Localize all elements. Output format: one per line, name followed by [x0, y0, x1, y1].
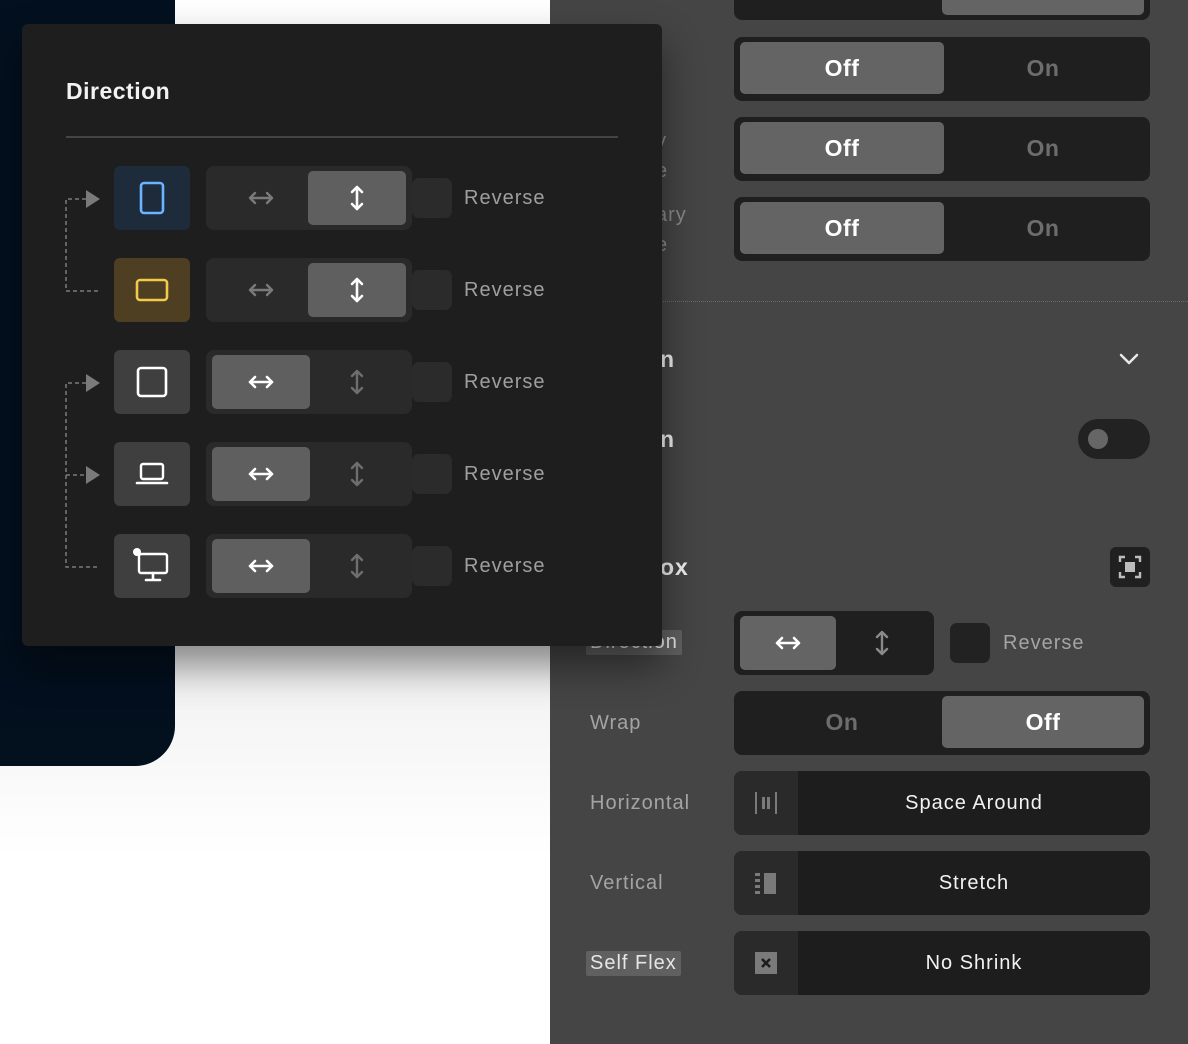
- self-flex-select[interactable]: No Shrink: [734, 931, 1150, 995]
- arrow-vertical-icon: [875, 630, 889, 656]
- row-5-reverse-checkbox[interactable]: [412, 546, 452, 586]
- row-1-reverse-checkbox[interactable]: [412, 178, 452, 218]
- breakpoint-tree: [65, 190, 100, 568]
- wrap-label: Wrap: [590, 712, 642, 734]
- breakpoint-mobile-button[interactable]: [114, 166, 190, 230]
- popup-divider: [66, 136, 618, 138]
- stretch-icon: [734, 851, 798, 915]
- canvas-shadow: [0, 640, 550, 860]
- row-1-vertical[interactable]: [308, 171, 406, 225]
- row-2-horizontal[interactable]: [212, 263, 310, 317]
- toggle-3-off[interactable]: Off: [740, 202, 944, 254]
- toggle-2-off[interactable]: Off: [740, 122, 944, 174]
- vertical-label: Vertical: [590, 872, 664, 894]
- horizontal-label: Horizontal: [590, 792, 691, 814]
- direction-horizontal-option[interactable]: [740, 616, 836, 670]
- direction-segmented[interactable]: [734, 611, 934, 675]
- row-2-reverse-label: Reverse: [464, 279, 546, 301]
- row-1-horizontal[interactable]: [212, 171, 310, 225]
- breakpoint-tablet-landscape-button[interactable]: [114, 258, 190, 322]
- tablet-landscape-icon: [135, 278, 169, 302]
- self-flex-value: No Shrink: [925, 951, 1023, 974]
- row-4-horizontal[interactable]: [212, 447, 310, 501]
- toggle-1-off[interactable]: Off: [740, 42, 944, 94]
- toggle-3-on[interactable]: On: [942, 202, 1144, 254]
- arrow-horizontal-icon: [248, 467, 274, 481]
- desktop-icon: [133, 548, 169, 582]
- section-row-label: n: [660, 426, 676, 452]
- arrow-horizontal-icon: [248, 559, 274, 573]
- row-4-vertical[interactable]: [308, 447, 406, 501]
- reverse-label: Reverse: [1003, 632, 1085, 654]
- row-3-reverse-label: Reverse: [464, 371, 546, 393]
- row-5-horizontal[interactable]: [212, 539, 310, 593]
- direction-popup: Direction Reverse Reverse Reverse Revers…: [22, 24, 662, 646]
- focus-frame-icon: [1118, 555, 1142, 579]
- popup-title: Direction: [66, 78, 171, 104]
- toggle-2-on[interactable]: On: [942, 122, 1144, 174]
- space-around-icon: [734, 771, 798, 835]
- chevron-down-icon[interactable]: [1116, 346, 1142, 372]
- wrap-off[interactable]: Off: [942, 696, 1144, 748]
- breakpoint-laptop-button[interactable]: [114, 442, 190, 506]
- direction-row-3[interactable]: [206, 350, 412, 414]
- toggle-2[interactable]: Off On: [734, 117, 1150, 181]
- wrap-on[interactable]: On: [740, 696, 944, 748]
- horizontal-value: Space Around: [905, 791, 1043, 814]
- breakpoint-tablet-button[interactable]: [114, 350, 190, 414]
- switch-toggle[interactable]: [1078, 419, 1150, 459]
- self-flex-label: Self Flex: [586, 951, 681, 976]
- row-4-reverse-label: Reverse: [464, 463, 546, 485]
- vertical-value: Stretch: [938, 871, 1010, 894]
- direction-row-2[interactable]: [206, 258, 412, 322]
- breakpoint-desktop-button[interactable]: [114, 534, 190, 598]
- wrap-toggle[interactable]: On Off: [734, 691, 1150, 755]
- arrow-horizontal-icon: [248, 283, 274, 297]
- row-4-reverse-checkbox[interactable]: [412, 454, 452, 494]
- arrow-vertical-icon: [350, 277, 364, 303]
- partial-toggle-option[interactable]: [942, 0, 1144, 15]
- switch-knob: [1088, 429, 1108, 449]
- row-3-vertical[interactable]: [308, 355, 406, 409]
- toggle-1-on[interactable]: On: [942, 42, 1144, 94]
- row-3-reverse-checkbox[interactable]: [412, 362, 452, 402]
- arrow-vertical-icon: [350, 369, 364, 395]
- row-5-reverse-label: Reverse: [464, 555, 546, 577]
- direction-row-5[interactable]: [206, 534, 412, 598]
- row-2-vertical[interactable]: [308, 263, 406, 317]
- toggle-3[interactable]: Off On: [734, 197, 1150, 261]
- row-5-vertical[interactable]: [308, 539, 406, 593]
- arrow-vertical-icon: [350, 461, 364, 487]
- toggle-1[interactable]: Off On: [734, 37, 1150, 101]
- reverse-checkbox[interactable]: [950, 623, 990, 663]
- laptop-icon: [135, 462, 169, 485]
- partial-toggle-top[interactable]: [734, 0, 1150, 20]
- direction-row-1[interactable]: [206, 166, 412, 230]
- no-shrink-icon: [734, 931, 798, 995]
- direction-row-4[interactable]: [206, 442, 412, 506]
- direction-vertical-option[interactable]: [834, 616, 930, 670]
- mobile-icon: [139, 181, 165, 215]
- arrow-horizontal-icon: [248, 191, 274, 205]
- horizontal-select[interactable]: Space Around: [734, 771, 1150, 835]
- arrow-horizontal-icon: [248, 375, 274, 389]
- row-2-reverse-checkbox[interactable]: [412, 270, 452, 310]
- focus-frame-button[interactable]: [1110, 547, 1150, 587]
- arrow-vertical-icon: [350, 553, 364, 579]
- row-1-reverse-label: Reverse: [464, 187, 546, 209]
- row-3-horizontal[interactable]: [212, 355, 310, 409]
- tablet-icon: [136, 366, 168, 398]
- section-divider: [660, 301, 1188, 302]
- vertical-select[interactable]: Stretch: [734, 851, 1150, 915]
- arrow-vertical-icon: [350, 185, 364, 211]
- arrow-horizontal-icon: [775, 636, 801, 650]
- flexbox-title: ox: [660, 554, 689, 580]
- section-title: n: [660, 346, 676, 372]
